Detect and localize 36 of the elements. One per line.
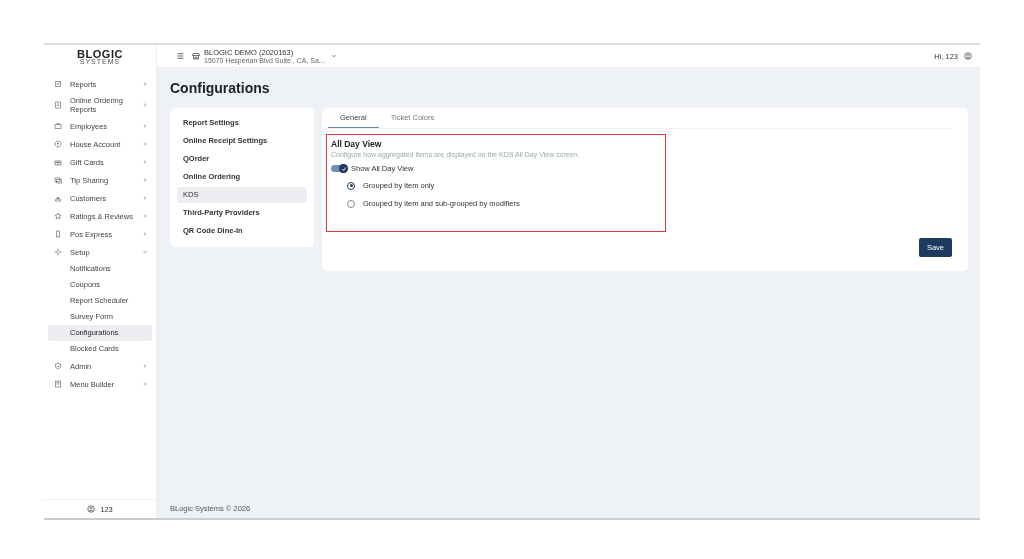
menu-icon xyxy=(54,194,62,202)
menu-icon xyxy=(54,158,62,166)
menu-icon[interactable] xyxy=(177,53,184,59)
menu-icon xyxy=(54,122,62,130)
section-title: All Day View xyxy=(331,139,383,149)
chevron-icon xyxy=(142,123,148,129)
menu-icon xyxy=(54,212,62,220)
chevron-icon xyxy=(142,177,148,183)
page-title: Configurations xyxy=(170,80,271,96)
menu-icon xyxy=(54,80,62,88)
radio-button[interactable] xyxy=(347,199,355,208)
chevron-icon xyxy=(142,213,148,219)
user-icon[interactable] xyxy=(964,52,972,60)
chevron-icon xyxy=(142,195,148,201)
toggle-switch[interactable] xyxy=(331,165,347,172)
store-icon xyxy=(192,52,200,60)
menu-icon xyxy=(54,248,62,256)
menu-icon xyxy=(54,140,62,148)
user-icon xyxy=(87,505,96,513)
chevron-icon xyxy=(142,141,148,147)
chevron-icon xyxy=(142,249,148,255)
chevron-icon xyxy=(142,363,148,369)
menu-icon xyxy=(54,230,62,238)
logo-name: BLOGIC xyxy=(77,49,123,59)
menu-icon xyxy=(54,380,62,388)
menu-icon xyxy=(54,176,62,184)
menu-icon xyxy=(54,101,62,109)
chevron-icon xyxy=(142,102,148,108)
radio-button[interactable] xyxy=(347,181,355,190)
chevron-icon xyxy=(142,231,148,237)
chevron-icon xyxy=(142,159,148,165)
caret-icon[interactable] xyxy=(330,53,337,59)
chevron-icon xyxy=(142,381,148,387)
check-icon xyxy=(340,165,347,172)
menu-icon xyxy=(54,362,62,370)
chevron-icon xyxy=(142,81,148,87)
